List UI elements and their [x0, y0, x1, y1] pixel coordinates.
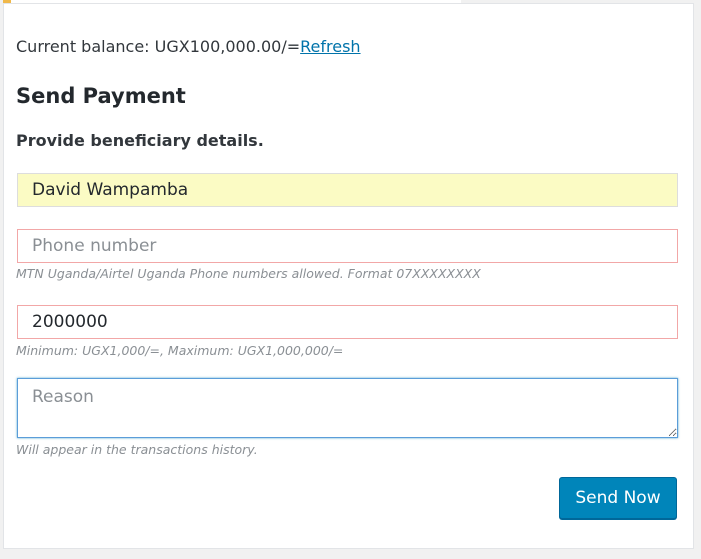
beneficiary-name-input[interactable]: [17, 173, 678, 207]
balance-text: Current balance: UGX100,000.00/=: [16, 37, 301, 56]
page-title: Send Payment: [16, 84, 186, 108]
phone-number-input[interactable]: [17, 229, 678, 263]
amount-hint: Minimum: UGX1,000/=, Maximum: UGX1,000,0…: [16, 343, 344, 358]
reason-textarea[interactable]: [17, 378, 678, 438]
amount-input[interactable]: [17, 305, 678, 339]
refresh-link[interactable]: Refresh: [300, 37, 360, 56]
current-balance: Current balance: UGX100,000.00/=Refresh: [16, 37, 361, 56]
send-now-button[interactable]: Send Now: [559, 477, 677, 519]
reason-hint: Will appear in the transactions history.: [16, 442, 258, 457]
form-subtitle: Provide beneficiary details.: [16, 131, 264, 150]
phone-hint: MTN Uganda/Airtel Uganda Phone numbers a…: [16, 266, 481, 281]
